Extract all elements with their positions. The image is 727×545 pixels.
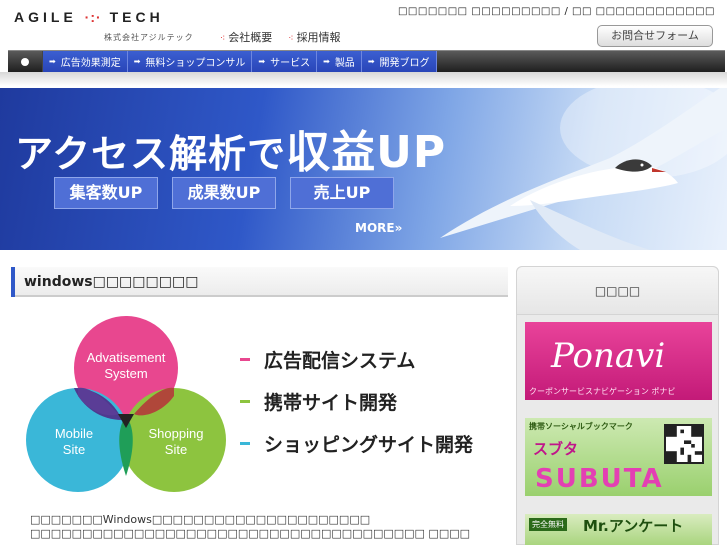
arrow-right-icon: ➡ [49, 57, 56, 66]
venn-label-advertisement: Advatisement [87, 350, 166, 365]
nav-item-ad-measurement[interactable]: ➡ 広告効果測定 [43, 51, 128, 72]
venn-label-shopping: Shopping [149, 426, 204, 441]
nav-item-dev-blog[interactable]: ➡ 開発ブログ [361, 51, 437, 72]
header-links: ⁖ 会社概要 ⁖ 採用情報 [220, 29, 341, 45]
legend-row-shopping[interactable]: ショッピングサイト開発 [240, 422, 473, 464]
services-legend: 広告配信システム 携帯サイト開発 ショッピングサイト開発 [240, 338, 473, 464]
company-name: 株式会社アジルテック [104, 33, 194, 42]
nav-home[interactable] [8, 51, 43, 72]
sidebar-title: □□□□ [517, 267, 718, 315]
arrow-right-icon: ➡ [323, 57, 330, 66]
ponavi-title: Ponavi [551, 336, 666, 376]
company-profile-link[interactable]: ⁖ 会社概要 [220, 29, 272, 45]
legend-swatch [240, 399, 250, 403]
subuta-banner[interactable]: 携帯ソーシャルブックマーク スブタ SUBUTA [525, 418, 712, 496]
nav-item-services[interactable]: ➡ サービス [252, 51, 318, 72]
free-badge: 完全無料 [529, 518, 567, 531]
nav-item-products[interactable]: ➡ 製品 [317, 51, 362, 72]
section-description: □□□□□□□Windows□□□□□□□□□□□□□□□□□□□□□ □□□□… [30, 513, 471, 540]
nav-item-free-consult[interactable]: ➡ 無料ショップコンサル [127, 51, 253, 72]
link-dots-icon: ⁖ [288, 34, 294, 44]
subuta-title: SUBUTA [535, 464, 664, 494]
subuta-kana: スブタ [533, 440, 579, 458]
hero-pill-visitors[interactable]: 集客数UP [54, 177, 158, 209]
site-header: AGILE ·:· TECH 株式会社アジルテック ⁖ 会社概要 ⁖ 採用情報 □□… [0, 0, 727, 50]
ponavi-subtitle: クーポンサービスナビゲーション ポナビ [529, 387, 676, 396]
hero-title: アクセス解析で収益UP [15, 127, 447, 178]
arrow-right-icon: ➡ [258, 57, 266, 66]
language-links[interactable]: □□□□□□□ □□□□□□□□□ / □□ □□□□□□□□□□□□ [398, 6, 715, 17]
services-venn-diagram: Advatisement System Mobile Site Shopping… [26, 316, 226, 492]
global-nav: ➡ 広告効果測定 ➡ 無料ショップコンサル ➡ サービス ➡ 製品 ➡ 開発ブログ [8, 50, 725, 72]
nav-shadow [0, 72, 727, 86]
hero-pills: 集客数UP 成果数UP 売上UP [54, 177, 394, 209]
qr-code-icon [664, 424, 704, 464]
section-heading: windows□□□□□□□□ [11, 267, 508, 297]
seagull-image [440, 88, 727, 250]
venn-label-shopping-2: Site [165, 442, 187, 457]
home-icon [21, 57, 29, 66]
subuta-caption: 携帯ソーシャルブックマーク [529, 422, 633, 431]
venn-label-advertisement-2: System [104, 366, 147, 381]
link-dots-icon: ⁖ [220, 34, 226, 44]
main-content: windows□□□□□□□□ Advatisement System Mobi… [8, 258, 509, 545]
mr-enquete-title: Mr.アンケート [583, 517, 684, 535]
legend-swatch [240, 357, 250, 361]
ponavi-banner[interactable]: Ponavi クーポンサービスナビゲーション ポナビ [525, 322, 712, 400]
logo-dots: ·:· [84, 9, 102, 25]
hero-banner[interactable]: アクセス解析で収益UP 集客数UP 成果数UP 売上UP MORE» [0, 88, 727, 250]
arrow-right-icon: ➡ [367, 57, 375, 66]
arrow-right-icon: ➡ [133, 57, 141, 66]
legend-swatch [240, 441, 250, 445]
hero-pill-conversions[interactable]: 成果数UP [172, 177, 276, 209]
site-logo[interactable]: AGILE ·:· TECH [14, 9, 164, 25]
venn-label-mobile-2: Site [63, 442, 85, 457]
contact-form-button[interactable]: お問合せフォーム [597, 25, 713, 47]
sidebar: □□□□ Ponavi クーポンサービスナビゲーション ポナビ 携帯ソーシャルブ… [516, 266, 719, 545]
recruit-link[interactable]: ⁖ 採用情報 [288, 29, 340, 45]
hero-more-link[interactable]: MORE» [355, 221, 402, 235]
venn-label-mobile: Mobile [55, 426, 93, 441]
legend-row-ad-system[interactable]: 広告配信システム [240, 338, 473, 380]
mr-enquete-banner[interactable]: 完全無料 Mr.アンケート [525, 514, 712, 545]
heading-accent-bar [11, 267, 15, 297]
legend-row-mobile[interactable]: 携帯サイト開発 [240, 380, 473, 422]
hero-pill-sales[interactable]: 売上UP [290, 177, 394, 209]
section-title: windows□□□□□□□□ [24, 274, 199, 290]
